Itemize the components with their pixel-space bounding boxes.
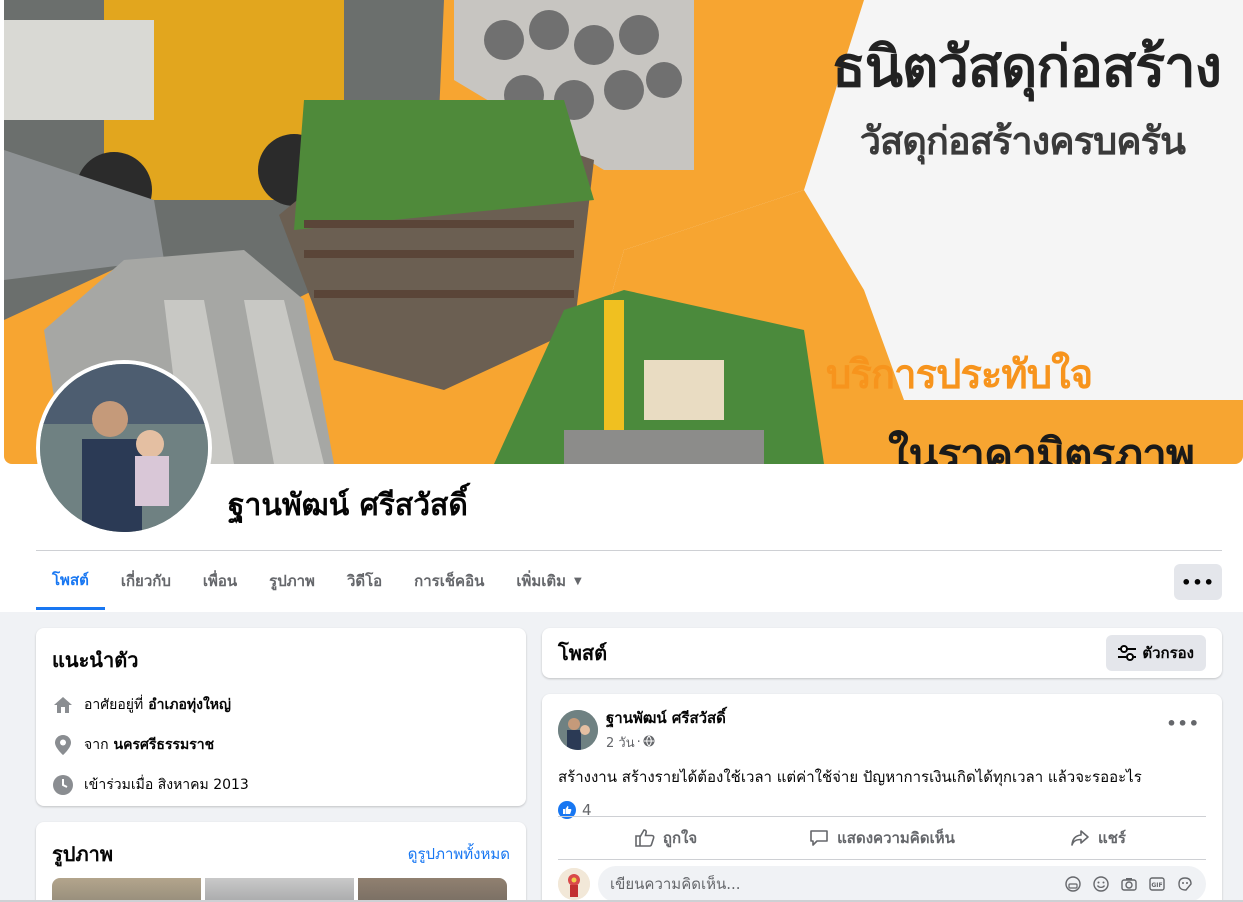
comment-input[interactable] bbox=[610, 875, 1030, 893]
post-author-name[interactable]: ฐานพัฒน์ ศรีสวัสดิ์ bbox=[606, 706, 726, 730]
cover-title: ธนิตวัสดุก่อสร้าง bbox=[831, 35, 1222, 100]
comment-tools: GIF bbox=[1064, 875, 1194, 893]
profile-tabs: โพสต์ เกี่ยวกับ เพื่อน รูปภาพ วิดีโอ การ… bbox=[36, 552, 598, 610]
profile-avatar[interactable] bbox=[36, 360, 212, 536]
profile-header: ธนิตวัสดุก่อสร้าง วัสดุก่อสร้างครบครัน บ… bbox=[0, 0, 1243, 612]
photo-thumbnails bbox=[52, 878, 507, 902]
comment-label: แสดงความคิดเห็น bbox=[837, 829, 955, 847]
intro-joined-row: เข้าร่วมเมื่อ สิงหาคม 2013 bbox=[52, 774, 510, 796]
post-header: ฐานพัฒน์ ศรีสวัสดิ์ 2 วัน · bbox=[558, 706, 1206, 753]
tab-label: การเช็คอิน bbox=[414, 572, 485, 590]
tab-checkins[interactable]: การเช็คอิน bbox=[398, 552, 500, 610]
current-user-avatar[interactable] bbox=[558, 868, 590, 900]
location-pin-icon bbox=[52, 734, 74, 756]
profile-name: ฐานพัฒน์ ศรีสวัสดิ์ bbox=[228, 488, 468, 523]
camera-icon[interactable] bbox=[1120, 875, 1138, 893]
tab-label: เพิ่มเติม bbox=[516, 572, 567, 590]
sticker-icon[interactable] bbox=[1176, 875, 1194, 893]
filter-label: ตัวกรอง bbox=[1142, 644, 1194, 662]
cover-service-text: บริการประทับใจ bbox=[826, 352, 1093, 398]
photos-title: รูปภาพ bbox=[52, 842, 114, 866]
tab-label: เพื่อน bbox=[202, 572, 238, 590]
intro-lives-prefix: อาศัยอยู่ที่ bbox=[84, 697, 144, 713]
share-label: แชร์ bbox=[1098, 829, 1126, 847]
intro-card: แนะนำตัว อาศัยอยู่ที่ อำเภอทุ่งใหญ่ จาก … bbox=[36, 628, 526, 806]
thumbs-up-icon bbox=[635, 829, 655, 847]
share-arrow-icon bbox=[1070, 829, 1090, 847]
see-all-photos-link[interactable]: ดูรูปภาพทั้งหมด bbox=[408, 842, 510, 866]
post-options-button[interactable]: ••• bbox=[1166, 714, 1200, 733]
like-button[interactable]: ถูกใจ bbox=[558, 817, 774, 859]
emoji-icon[interactable] bbox=[1092, 875, 1110, 893]
caret-down-icon: ▼ bbox=[574, 575, 582, 587]
tab-friends[interactable]: เพื่อน bbox=[187, 552, 253, 610]
intro-joined-text: เข้าร่วมเมื่อ สิงหาคม 2013 bbox=[84, 777, 249, 793]
tab-label: โพสต์ bbox=[52, 570, 89, 589]
post-author-info: ฐานพัฒน์ ศรีสวัสดิ์ 2 วัน · bbox=[606, 706, 726, 753]
tab-about[interactable]: เกี่ยวกับ bbox=[105, 552, 187, 610]
like-label: ถูกใจ bbox=[662, 829, 698, 847]
cover-price-text: ในราคามิตรภาพ bbox=[888, 430, 1195, 464]
intro-from-row: จาก นครศรีธรรมราช bbox=[52, 734, 510, 756]
tab-label: เกี่ยวกับ bbox=[120, 572, 171, 590]
intro-lives-place[interactable]: อำเภอทุ่งใหญ่ bbox=[148, 694, 231, 716]
intro-lives-row: อาศัยอยู่ที่ อำเภอทุ่งใหญ่ bbox=[52, 694, 510, 716]
cover-subtitle: วัสดุก่อสร้างครบครัน bbox=[859, 119, 1186, 163]
svg-text:GIF: GIF bbox=[1151, 882, 1162, 889]
photos-card: รูปภาพ ดูรูปภาพทั้งหมด bbox=[36, 822, 526, 902]
tab-more[interactable]: เพิ่มเติม ▼ bbox=[500, 552, 597, 610]
globe-icon bbox=[643, 735, 655, 751]
posts-title: โพสต์ bbox=[558, 641, 608, 665]
avatar-sticker-icon[interactable] bbox=[1064, 875, 1082, 893]
home-icon bbox=[52, 694, 74, 716]
post-time[interactable]: 2 วัน bbox=[606, 732, 635, 753]
avatar-image bbox=[40, 364, 208, 532]
filter-button[interactable]: ตัวกรอง bbox=[1106, 635, 1206, 671]
photo-thumbnail[interactable] bbox=[205, 878, 354, 902]
comment-button[interactable]: แสดงความคิดเห็น bbox=[774, 817, 990, 859]
post-author-avatar[interactable] bbox=[558, 709, 598, 750]
photos-header: รูปภาพ ดูรูปภาพทั้งหมด bbox=[52, 838, 510, 870]
clock-icon bbox=[52, 774, 74, 796]
intro-from-prefix: จาก bbox=[84, 737, 109, 753]
header-divider bbox=[36, 550, 1222, 551]
tab-label: รูปภาพ bbox=[269, 572, 315, 590]
tab-posts[interactable]: โพสต์ bbox=[36, 552, 105, 610]
photo-thumbnail[interactable] bbox=[52, 878, 201, 902]
tab-photos[interactable]: รูปภาพ bbox=[253, 552, 331, 610]
meta-separator: · bbox=[636, 735, 641, 750]
post-text: สร้างงาน สร้างรายได้ต้องใช้เวลา แต่ค่าใช… bbox=[558, 768, 1142, 786]
gif-icon[interactable]: GIF bbox=[1148, 875, 1166, 893]
profile-more-button[interactable]: ••• bbox=[1174, 564, 1222, 600]
share-button[interactable]: แชร์ bbox=[990, 817, 1206, 859]
post-card: ฐานพัฒน์ ศรีสวัสดิ์ 2 วัน · ••• สร้างงาน… bbox=[542, 694, 1222, 902]
intro-title: แนะนำตัว bbox=[52, 648, 139, 672]
photo-thumbnail[interactable] bbox=[358, 878, 507, 902]
intro-from-place[interactable]: นครศรีธรรมราช bbox=[114, 734, 215, 756]
comment-box: GIF bbox=[598, 866, 1206, 902]
posts-header-card: โพสต์ ตัวกรอง bbox=[542, 628, 1222, 678]
post-action-bar: ถูกใจ แสดงความคิดเห็น แชร์ bbox=[558, 816, 1206, 860]
post-meta: 2 วัน · bbox=[606, 732, 726, 753]
comment-icon bbox=[809, 829, 829, 847]
filter-sliders-icon bbox=[1118, 645, 1137, 661]
tab-videos[interactable]: วิดีโอ bbox=[331, 552, 398, 610]
tab-label: วิดีโอ bbox=[346, 572, 383, 590]
comment-composer: GIF bbox=[558, 866, 1206, 902]
